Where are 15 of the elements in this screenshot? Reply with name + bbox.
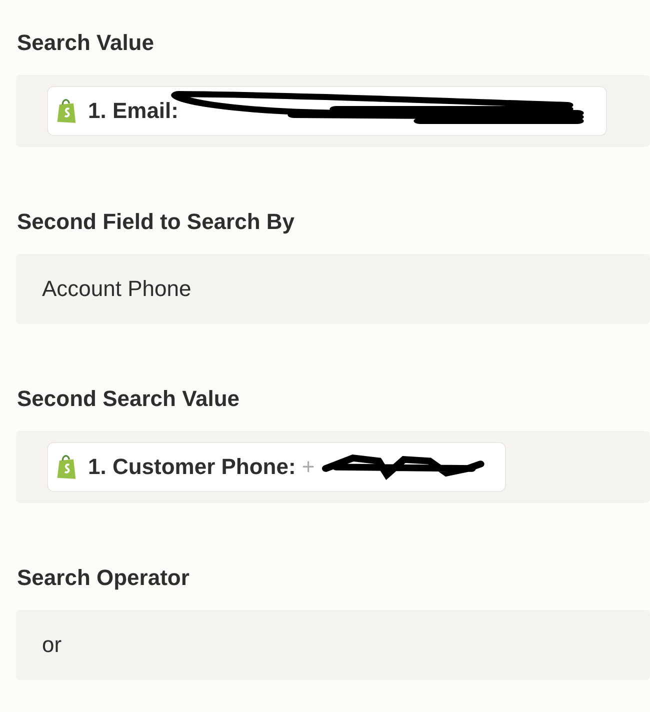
mapped-value-chip[interactable]: 1. Customer Phone: + — [47, 442, 506, 492]
select-field[interactable]: Account Phone — [16, 254, 650, 324]
chip-value: + — [302, 454, 315, 480]
chip-label: 1. Email: — [88, 98, 178, 124]
select-field[interactable]: or — [16, 610, 650, 680]
shopping-bag-icon — [56, 98, 78, 124]
field-label: Search Value — [17, 30, 155, 56]
input-field[interactable]: 1. Email: — [16, 75, 650, 147]
chip-label: 1. Customer Phone: — [88, 454, 296, 480]
field-label: Second Field to Search By — [17, 209, 296, 235]
input-field[interactable]: 1. Customer Phone: + — [16, 431, 650, 503]
mapped-value-chip[interactable]: 1. Email: — [47, 86, 607, 136]
shopping-bag-icon — [56, 454, 78, 480]
field-label: Second Search Value — [17, 386, 241, 412]
field-label: Search Operator — [17, 565, 190, 591]
